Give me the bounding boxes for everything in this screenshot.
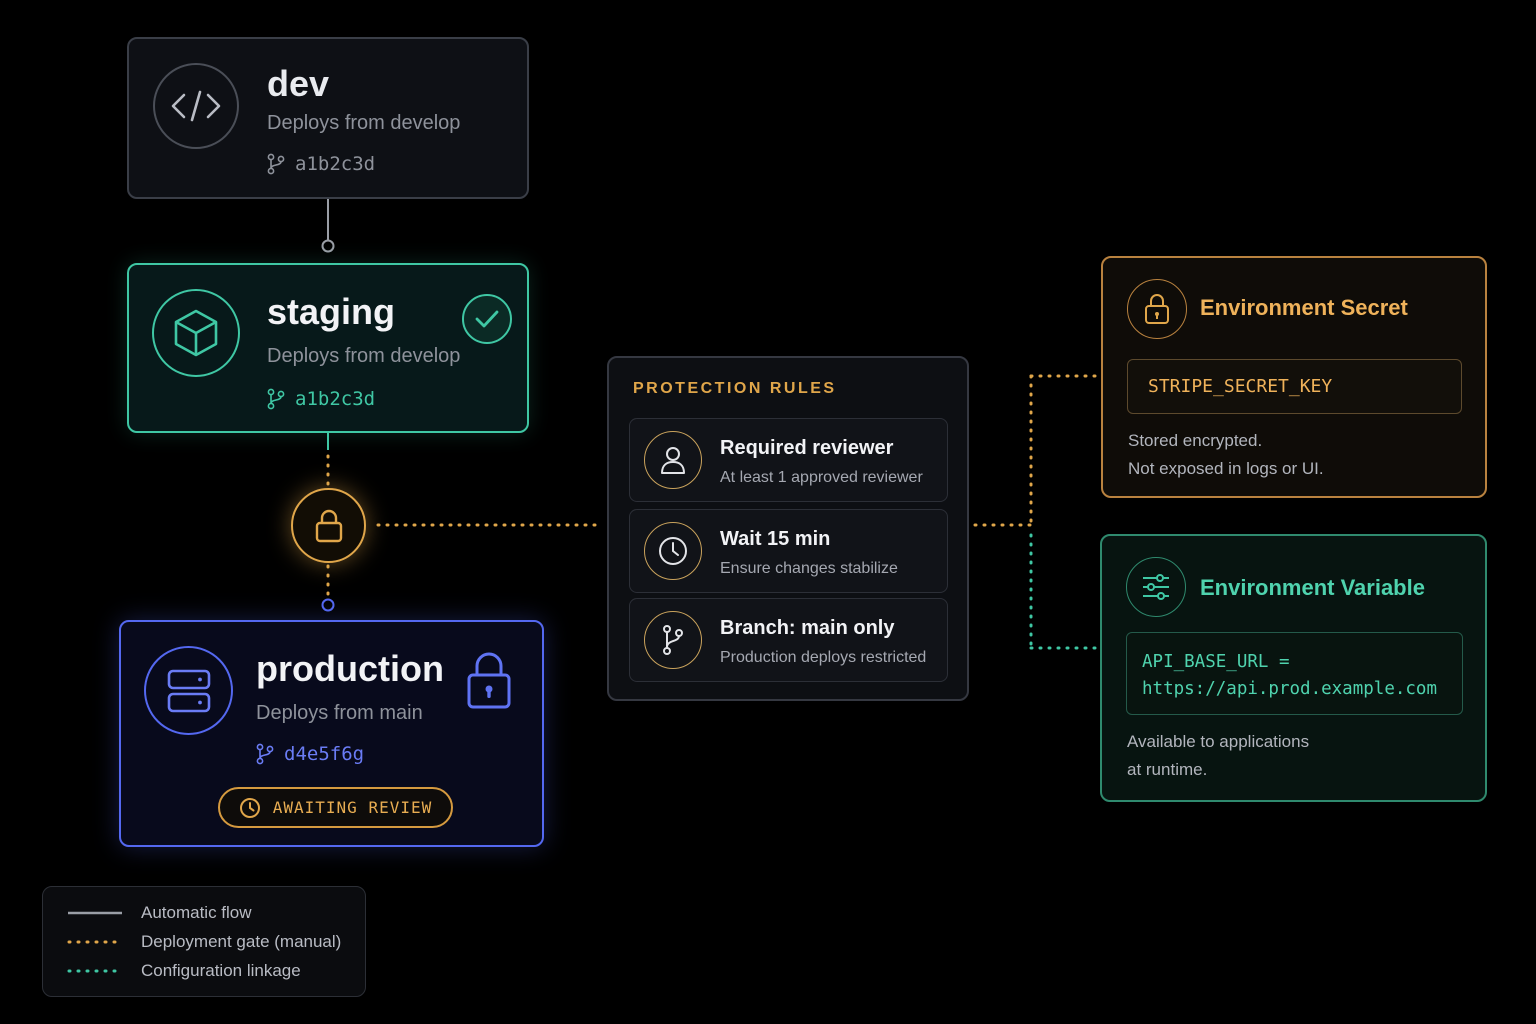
git-branch-icon (256, 743, 274, 765)
rule-detail: At least 1 approved reviewer (720, 469, 923, 486)
solid-line-swatch (68, 911, 122, 915)
cube-icon-wrap (152, 289, 240, 377)
user-icon-wrap (644, 431, 702, 489)
git-branch-icon (267, 388, 285, 410)
legend-label: Deployment gate (manual) (141, 932, 342, 951)
lock-icon (1145, 294, 1169, 324)
legend-label: Automatic flow (141, 903, 252, 922)
server-icon-wrap (144, 646, 233, 735)
clock-icon (239, 797, 260, 818)
check-icon-wrap (462, 294, 512, 344)
environment-source: Deploys from develop (267, 112, 461, 134)
commit-sha: d4e5f6g (256, 743, 364, 765)
git-branch-icon (267, 153, 285, 175)
environment-source: Deploys from main (256, 702, 423, 724)
legend: Automatic flow Deployment gate (manual) … (42, 886, 366, 997)
variable-note-line-2: at runtime. (1127, 760, 1208, 779)
rule-detail: Ensure changes stabilize (720, 560, 898, 577)
sliders-icon-wrap (1126, 557, 1186, 617)
padlock-icon (467, 652, 511, 709)
rule-branch-restriction[interactable]: Branch: main only Production deploys res… (629, 598, 948, 682)
rule-title: Branch: main only (720, 617, 895, 639)
environment-name: staging (267, 291, 396, 332)
rule-title: Required reviewer (720, 437, 894, 459)
variable-value-field[interactable]: API_BASE_URL = https://api.prod.example.… (1126, 632, 1463, 715)
lock-icon-wrap (1127, 279, 1187, 339)
legend-label: Configuration linkage (141, 961, 301, 980)
rule-required-reviewer[interactable]: Required reviewer At least 1 approved re… (629, 418, 948, 502)
check-icon (475, 310, 499, 328)
variable-value-line-1: API_BASE_URL = (1142, 652, 1290, 672)
secret-note-line-2: Not exposed in logs or UI. (1128, 459, 1324, 478)
environment-source: Deploys from develop (267, 345, 461, 367)
cube-icon (174, 309, 218, 357)
status-badge: AWAITING REVIEW (218, 787, 453, 828)
secret-title: Environment Secret (1200, 295, 1408, 320)
environment-card-dev[interactable]: dev Deploys from develop a1b2c3d (127, 37, 529, 199)
lock-icon (315, 509, 342, 542)
branch-icon-wrap (644, 611, 702, 669)
user-icon (661, 447, 685, 474)
sliders-icon (1143, 574, 1169, 600)
code-icon (171, 90, 221, 122)
environment-variable-card[interactable]: Environment Variable API_BASE_URL = http… (1100, 534, 1487, 802)
dotted-line-swatch (67, 940, 123, 944)
status-label: AWAITING REVIEW (272, 798, 433, 817)
legend-item-automatic-flow: Automatic flow (67, 903, 252, 923)
automatic-flow-endpoint (321, 239, 335, 253)
rule-title: Wait 15 min (720, 528, 831, 550)
variable-title: Environment Variable (1200, 575, 1425, 600)
clock-icon-wrap (644, 522, 702, 580)
branch-icon (663, 625, 683, 655)
variable-note-line-1: Available to applications (1127, 732, 1310, 751)
dotted-line-swatch (67, 969, 123, 973)
variable-value-line-2: https://api.prod.example.com (1142, 679, 1438, 699)
server-icon (167, 669, 210, 712)
commit-hash: a1b2c3d (295, 388, 376, 410)
secret-key-field[interactable]: STRIPE_SECRET_KEY (1127, 359, 1462, 414)
clock-icon (659, 537, 687, 565)
rule-detail: Production deploys restricted (720, 649, 927, 666)
environment-secret-card[interactable]: Environment Secret STRIPE_SECRET_KEY Sto… (1101, 256, 1487, 498)
secret-note-line-1: Stored encrypted. (1128, 431, 1263, 450)
protection-rules-heading: PROTECTION RULES (633, 380, 837, 397)
deployment-gate-node[interactable] (291, 488, 366, 563)
rule-wait-timer[interactable]: Wait 15 min Ensure changes stabilize (629, 509, 948, 593)
commit-hash: d4e5f6g (284, 743, 365, 765)
environment-card-staging[interactable]: staging Deploys from develop a1b2c3d (127, 263, 529, 433)
legend-item-deployment-gate: Deployment gate (manual) (67, 932, 341, 952)
commit-sha: a1b2c3d (267, 388, 375, 410)
commit-hash: a1b2c3d (295, 153, 376, 175)
production-endpoint (321, 598, 335, 612)
secret-key-value: STRIPE_SECRET_KEY (1148, 376, 1333, 397)
environment-name: dev (267, 63, 330, 104)
environment-name: production (256, 648, 444, 689)
legend-item-configuration-linkage: Configuration linkage (67, 961, 301, 981)
code-icon-wrap (153, 63, 239, 149)
commit-sha: a1b2c3d (267, 153, 375, 175)
protection-rules-panel: PROTECTION RULES Required reviewer At le… (607, 356, 969, 701)
environment-card-production[interactable]: production Deploys from main d4e5f6g AWA… (119, 620, 544, 847)
